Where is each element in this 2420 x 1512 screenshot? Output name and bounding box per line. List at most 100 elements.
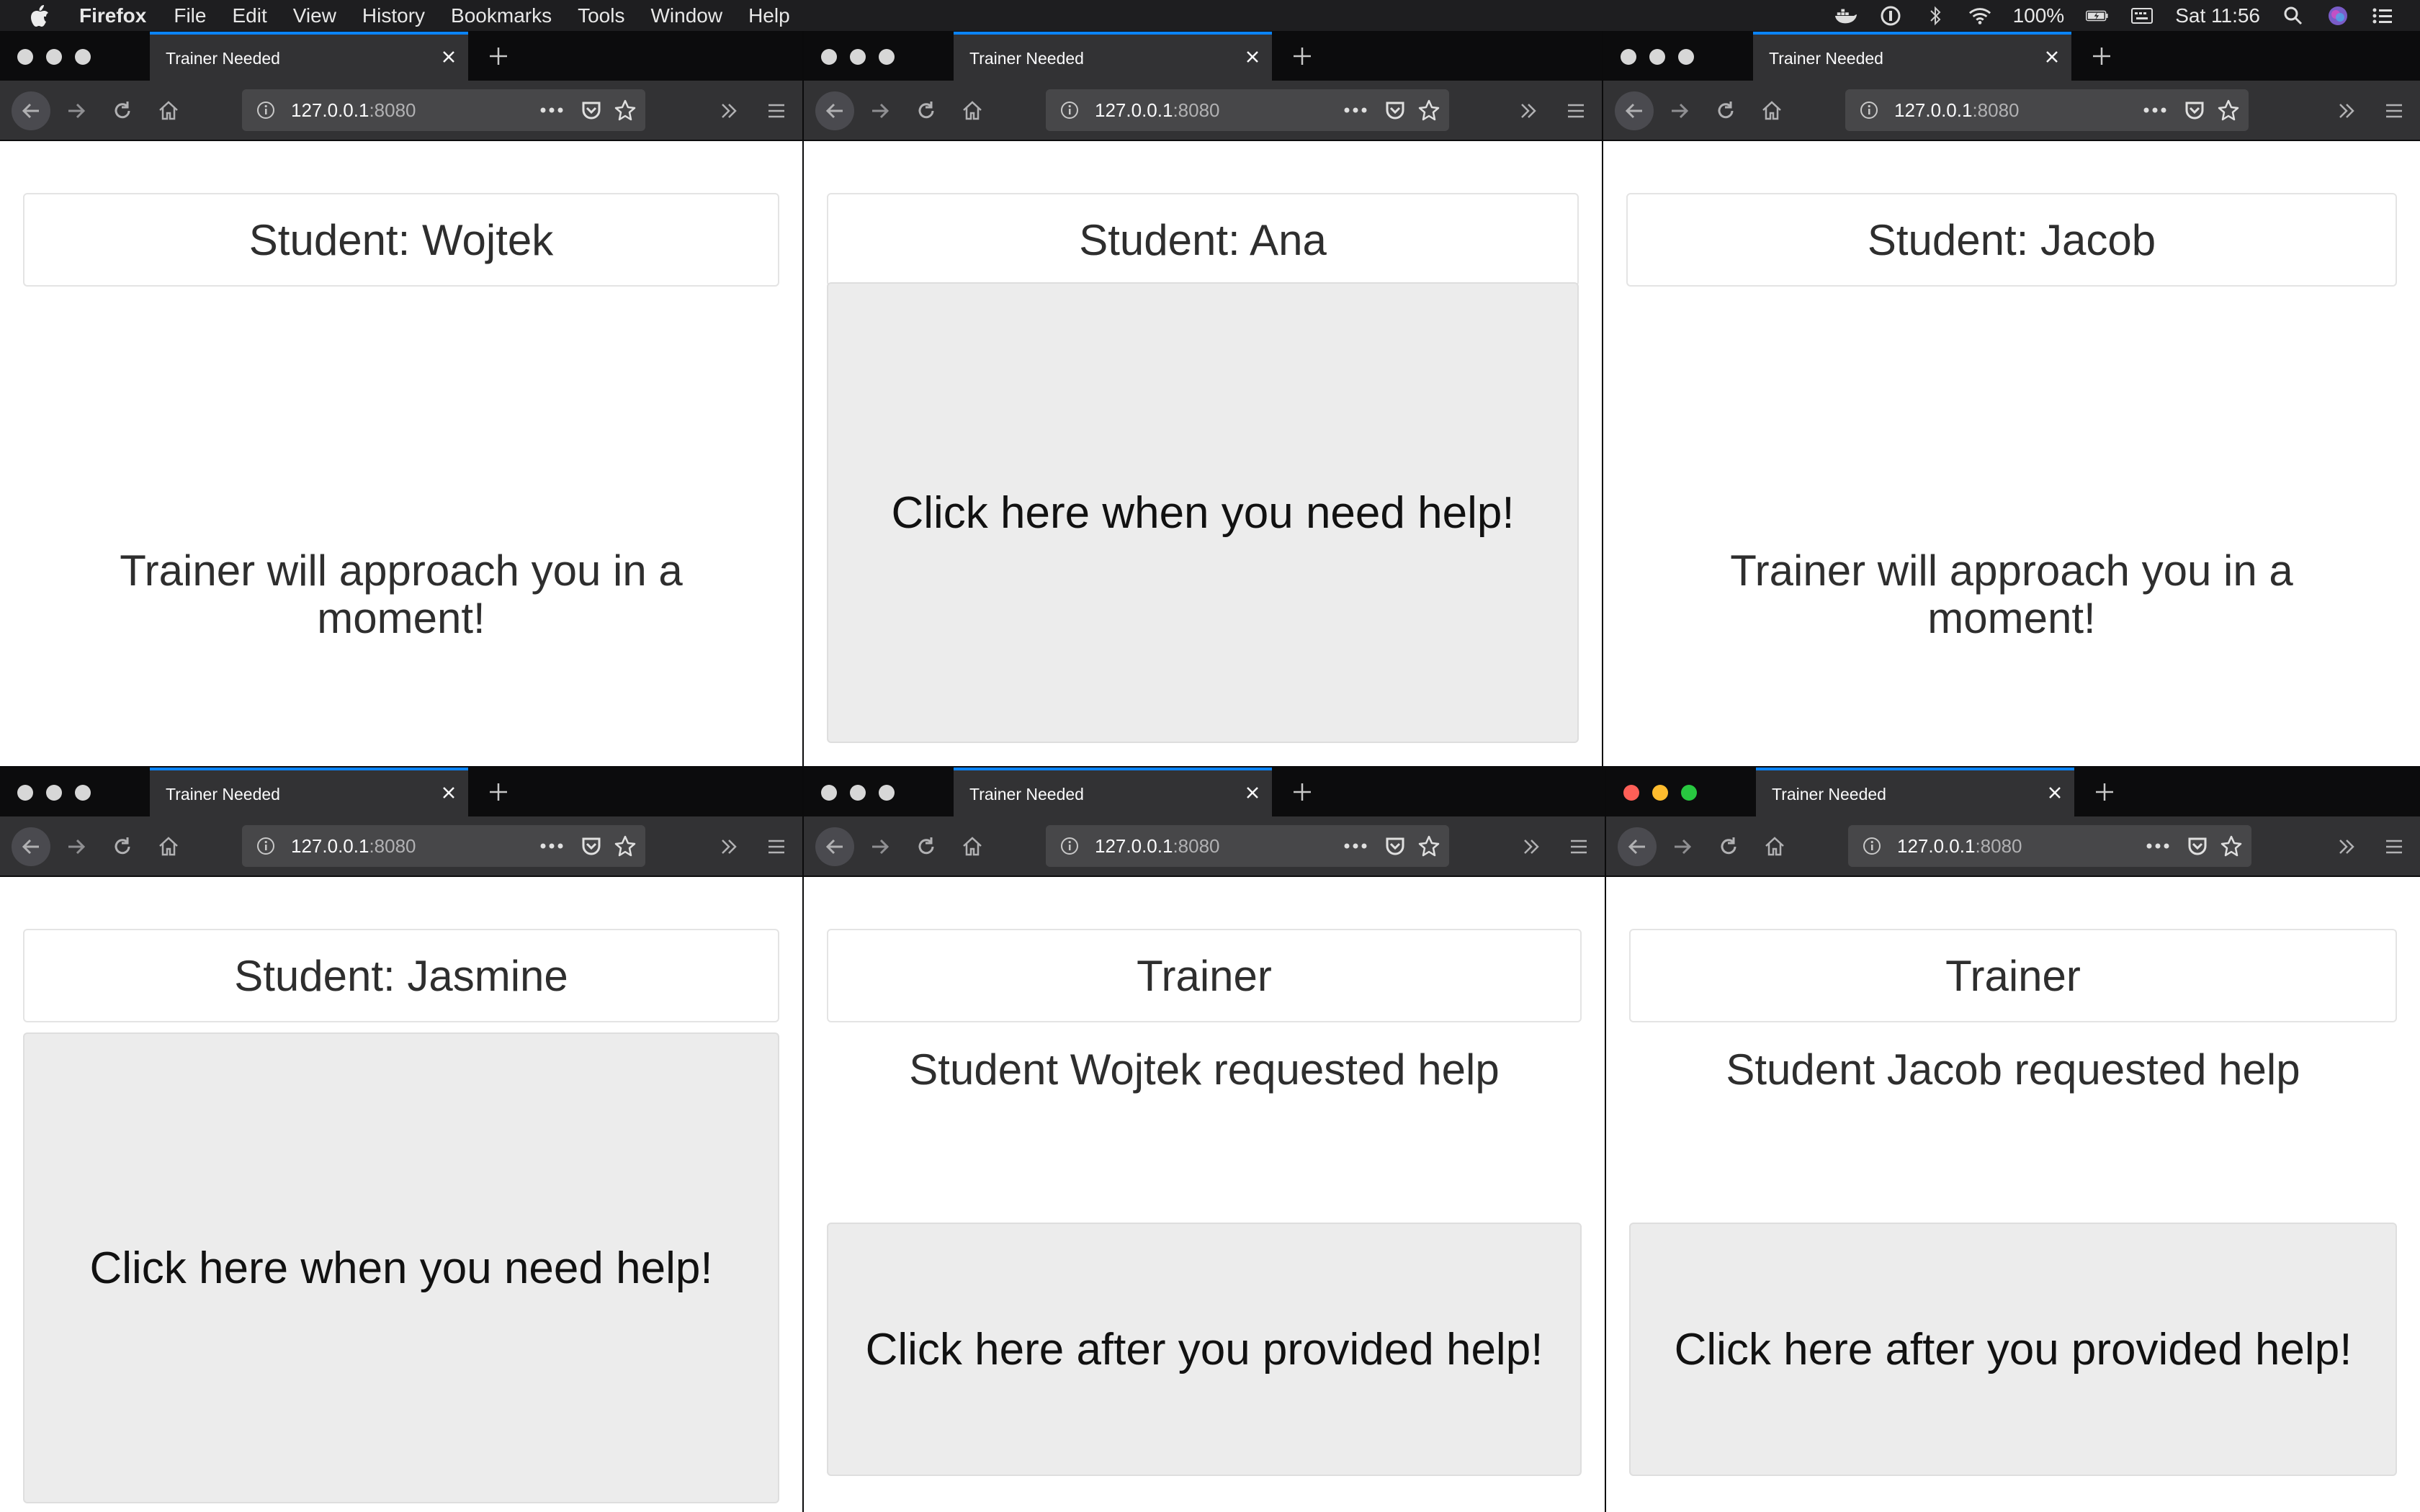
hamburger-menu-icon[interactable] — [2378, 831, 2410, 863]
menu-bookmarks[interactable]: Bookmarks — [451, 4, 552, 27]
menu-tools[interactable]: Tools — [578, 4, 624, 27]
pocket-icon[interactable] — [1383, 834, 1407, 858]
pocket-icon[interactable] — [2182, 98, 2207, 122]
forward-arrow-icon[interactable] — [60, 831, 92, 863]
site-info-icon[interactable] — [1059, 99, 1080, 121]
toolbar-overflow-chevron-icon[interactable] — [713, 831, 745, 863]
reload-icon[interactable] — [1713, 831, 1744, 863]
url-text[interactable]: 127.0.0.1:8080 — [1897, 835, 2022, 858]
window-minimize-button[interactable] — [1652, 785, 1668, 801]
url-text[interactable]: 127.0.0.1:8080 — [1095, 835, 1220, 858]
page-actions-more-icon[interactable] — [1341, 835, 1370, 857]
window-zoom-button[interactable] — [75, 785, 91, 801]
bluetooth-icon[interactable] — [1924, 4, 1947, 27]
window-zoom-button[interactable] — [879, 785, 895, 801]
reload-icon[interactable] — [107, 95, 138, 127]
menu-help[interactable]: Help — [748, 4, 790, 27]
menu-edit[interactable]: Edit — [232, 4, 266, 27]
address-bar[interactable]: 127.0.0.1:8080 — [242, 825, 645, 867]
window-zoom-button[interactable] — [879, 49, 895, 65]
hamburger-menu-icon[interactable] — [761, 95, 792, 127]
pocket-icon[interactable] — [579, 98, 604, 122]
new-tab-plus-icon[interactable] — [484, 778, 513, 806]
close-tab-icon[interactable] — [1240, 45, 1265, 69]
pocket-icon[interactable] — [579, 834, 604, 858]
url-text[interactable]: 127.0.0.1:8080 — [1095, 99, 1220, 122]
new-tab-plus-icon[interactable] — [1288, 778, 1317, 806]
window-minimize-button[interactable] — [46, 785, 62, 801]
close-tab-icon[interactable] — [436, 45, 461, 69]
home-icon[interactable] — [956, 831, 988, 863]
hamburger-menu-icon[interactable] — [1560, 95, 1592, 127]
page-actions-more-icon[interactable] — [537, 835, 566, 857]
reload-icon[interactable] — [1710, 95, 1742, 127]
window-close-button[interactable] — [17, 785, 33, 801]
close-tab-icon[interactable] — [1240, 780, 1265, 805]
siri-icon[interactable] — [2326, 4, 2349, 27]
site-info-icon[interactable] — [1858, 99, 1880, 121]
window-zoom-button[interactable] — [75, 49, 91, 65]
menu-history[interactable]: History — [362, 4, 425, 27]
address-bar[interactable]: 127.0.0.1:8080 — [1046, 825, 1449, 867]
toolbar-overflow-chevron-icon[interactable] — [1515, 831, 1547, 863]
window-minimize-button[interactable] — [1649, 49, 1665, 65]
menu-file[interactable]: File — [174, 4, 206, 27]
back-arrow-icon[interactable] — [12, 91, 50, 130]
bookmark-star-icon[interactable] — [612, 97, 638, 123]
control-list-icon[interactable] — [2371, 4, 2394, 27]
bookmark-star-icon[interactable] — [612, 833, 638, 859]
hamburger-menu-icon[interactable] — [761, 831, 792, 863]
forward-arrow-icon[interactable] — [1664, 95, 1695, 127]
window-close-button[interactable] — [17, 49, 33, 65]
window-minimize-button[interactable] — [850, 785, 866, 801]
reload-icon[interactable] — [910, 831, 942, 863]
toolbar-overflow-chevron-icon[interactable] — [1512, 95, 1544, 127]
toolbar-overflow-chevron-icon[interactable] — [2331, 831, 2362, 863]
site-info-icon[interactable] — [255, 99, 277, 121]
spotlight-search-icon[interactable] — [2282, 4, 2305, 27]
bookmark-star-icon[interactable] — [2218, 833, 2244, 859]
tab-trainer-needed[interactable]: Trainer Needed — [954, 768, 1272, 816]
home-icon[interactable] — [1756, 95, 1788, 127]
back-arrow-icon[interactable] — [815, 827, 854, 866]
pocket-icon[interactable] — [1383, 98, 1407, 122]
url-text[interactable]: 127.0.0.1:8080 — [291, 835, 416, 858]
help-action-button[interactable]: Click here after you provided help! — [827, 1223, 1582, 1476]
reload-icon[interactable] — [107, 831, 138, 863]
site-info-icon[interactable] — [255, 835, 277, 857]
window-close-button[interactable] — [1623, 785, 1639, 801]
tab-trainer-needed[interactable]: Trainer Needed — [1756, 768, 2074, 816]
page-actions-more-icon[interactable] — [2141, 99, 2169, 121]
home-icon[interactable] — [153, 95, 184, 127]
forward-arrow-icon[interactable] — [60, 95, 92, 127]
window-minimize-button[interactable] — [850, 49, 866, 65]
tab-trainer-needed[interactable]: Trainer Needed — [1753, 32, 2071, 81]
site-info-icon[interactable] — [1059, 835, 1080, 857]
new-tab-plus-icon[interactable] — [2087, 42, 2116, 71]
toolbar-overflow-chevron-icon[interactable] — [2331, 95, 2362, 127]
tab-trainer-needed[interactable]: Trainer Needed — [150, 768, 468, 816]
address-bar[interactable]: 127.0.0.1:8080 — [1046, 89, 1449, 131]
bookmark-star-icon[interactable] — [1416, 97, 1442, 123]
tab-trainer-needed[interactable]: Trainer Needed — [954, 32, 1272, 81]
window-close-button[interactable] — [821, 49, 837, 65]
hamburger-menu-icon[interactable] — [2378, 95, 2410, 127]
tab-trainer-needed[interactable]: Trainer Needed — [150, 32, 468, 81]
battery-icon[interactable] — [2086, 4, 2109, 27]
address-bar[interactable]: 127.0.0.1:8080 — [242, 89, 645, 131]
window-close-button[interactable] — [1621, 49, 1636, 65]
bookmark-star-icon[interactable] — [1416, 833, 1442, 859]
window-close-button[interactable] — [821, 785, 837, 801]
reload-icon[interactable] — [910, 95, 942, 127]
close-tab-icon[interactable] — [436, 780, 461, 805]
close-tab-icon[interactable] — [2040, 45, 2064, 69]
window-zoom-button[interactable] — [1678, 49, 1694, 65]
pocket-icon[interactable] — [2185, 834, 2210, 858]
home-icon[interactable] — [153, 831, 184, 863]
back-arrow-icon[interactable] — [1618, 827, 1657, 866]
new-tab-plus-icon[interactable] — [484, 42, 513, 71]
new-tab-plus-icon[interactable] — [1288, 42, 1317, 71]
menu-window[interactable]: Window — [650, 4, 722, 27]
menubar-clock[interactable]: Sat 11:56 — [2175, 4, 2260, 27]
docker-icon[interactable] — [1834, 4, 1857, 27]
